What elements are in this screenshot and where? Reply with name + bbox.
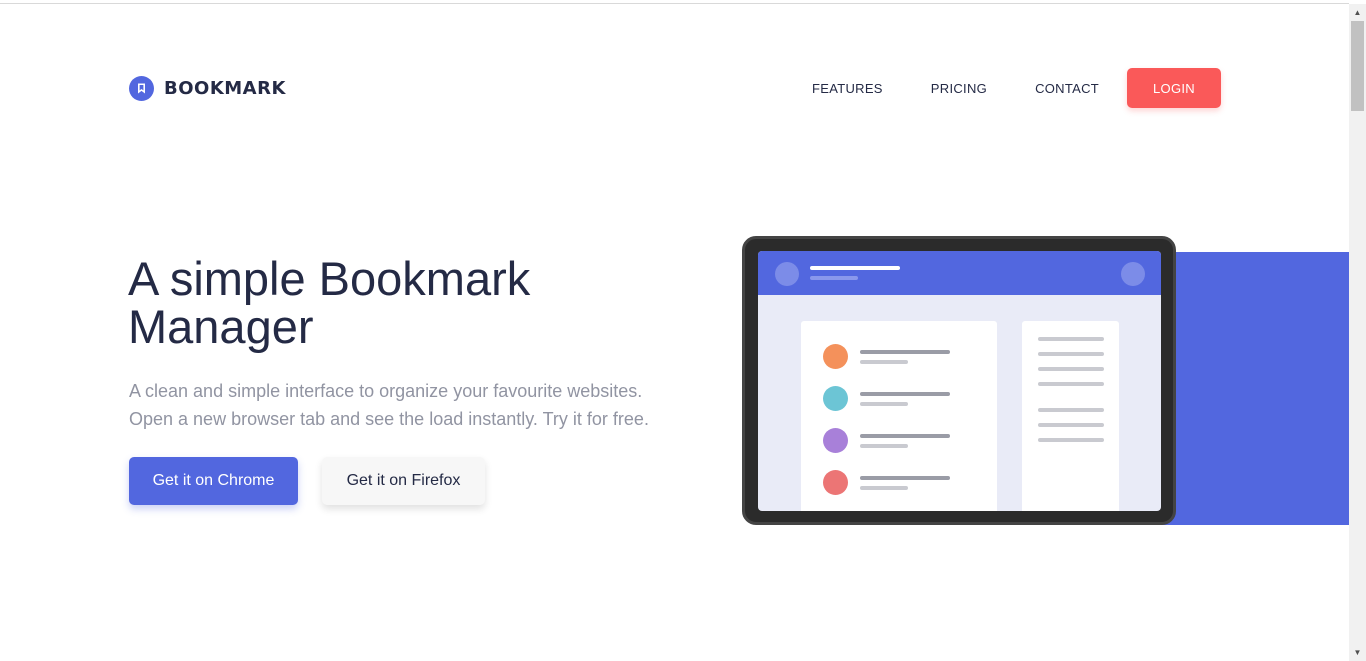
list-item-subline [860,360,908,364]
hero-title: A simple Bookmark Manager [128,252,531,353]
sidebar-line [1038,382,1104,386]
nav-link-contact[interactable]: CONTACT [1035,81,1099,96]
sidebar-line [1038,367,1104,371]
browser-top-edge [0,0,1349,4]
get-firefox-button[interactable]: Get it on Firefox [322,457,485,505]
sidebar-line [1038,438,1104,442]
brand-name: BOOKMARK [164,78,286,99]
subtitle-placeholder-line [810,276,858,280]
list-item-line [860,476,950,480]
sidebar-line [1038,337,1104,341]
sidebar-line [1038,352,1104,356]
login-button[interactable]: LOGIN [1127,68,1221,108]
hero-description: A clean and simple interface to organize… [129,381,649,429]
list-item-subline [860,402,908,406]
scrollbar-thumb[interactable] [1351,21,1364,111]
nav-link-features[interactable]: FEATURES [812,81,883,96]
sidebar-line [1038,423,1104,427]
screen-header-bar [758,251,1161,295]
list-item-subline [860,444,908,448]
page-scrollbar[interactable]: ▲ ▼ [1349,4,1366,661]
menu-placeholder-icon [1121,262,1145,286]
get-chrome-button[interactable]: Get it on Chrome [129,457,298,505]
bookmark-logo-icon [129,76,154,101]
sidebar-card [1022,321,1119,511]
bookmark-dot-icon [823,386,848,411]
list-item-line [860,434,950,438]
list-item-subline [860,486,908,490]
nav-link-pricing[interactable]: PRICING [931,81,987,96]
sidebar-line [1038,408,1104,412]
bookmark-dot-icon [823,344,848,369]
avatar-placeholder-icon [775,262,799,286]
list-item-line [860,392,950,396]
bookmark-dot-icon [823,470,848,495]
main-nav: FEATURES PRICING CONTACT [812,68,1099,108]
title-placeholder-line [810,266,900,270]
tablet-screen [758,251,1161,511]
scroll-down-arrow-icon[interactable]: ▼ [1349,644,1366,661]
brand-logo[interactable]: BOOKMARK [129,76,286,101]
scroll-up-arrow-icon[interactable]: ▲ [1349,4,1366,21]
bookmark-dot-icon [823,428,848,453]
bookmark-list-card [801,321,997,511]
list-item-line [860,350,950,354]
